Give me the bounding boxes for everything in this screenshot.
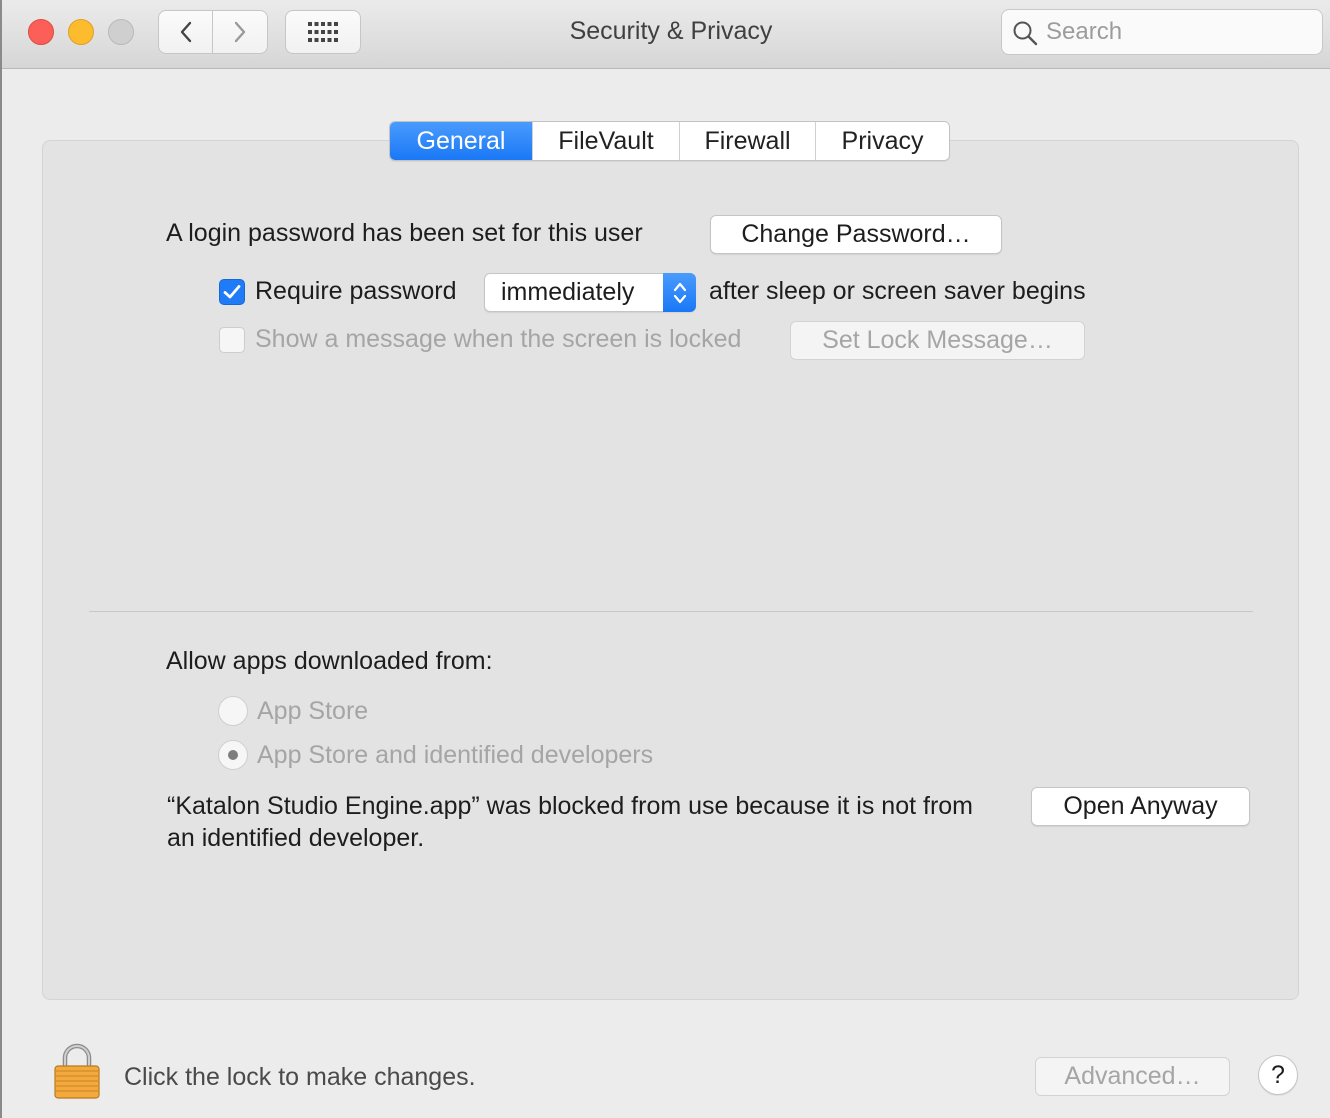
- lock-icon[interactable]: [53, 1043, 101, 1099]
- allow-apps-heading: Allow apps downloaded from:: [166, 647, 493, 675]
- password-delay-value: immediately: [501, 278, 635, 306]
- search-input[interactable]: [1046, 16, 1306, 48]
- radio-app-store-label: App Store: [257, 697, 369, 725]
- radio-app-store[interactable]: [218, 696, 248, 726]
- require-password-label: Require password: [255, 277, 457, 305]
- login-password-text: A login password has been set for this u…: [166, 219, 643, 247]
- password-delay-popup[interactable]: immediately: [484, 273, 696, 312]
- tab-filevault[interactable]: FileVault: [532, 122, 679, 160]
- show-message-label: Show a message when the screen is locked: [255, 325, 742, 353]
- radio-identified-developers[interactable]: [218, 740, 248, 770]
- open-anyway-button[interactable]: Open Anyway: [1031, 787, 1250, 826]
- radio-selected-dot: [228, 750, 238, 760]
- radio-identified-developers-label: App Store and identified developers: [257, 741, 654, 769]
- tab-privacy[interactable]: Privacy: [815, 122, 949, 160]
- search-field[interactable]: [1001, 9, 1323, 55]
- titlebar: Security & Privacy: [2, 0, 1330, 69]
- require-password-checkbox[interactable]: [219, 279, 245, 305]
- popup-stepper: [663, 273, 696, 312]
- lock-hint-text: Click the lock to make changes.: [124, 1063, 476, 1091]
- chevron-up-down-icon: [673, 282, 686, 303]
- settings-panel: [42, 140, 1299, 1000]
- blocked-app-message: “Katalon Studio Engine.app” was blocked …: [167, 792, 973, 852]
- section-divider: [89, 611, 1253, 612]
- tab-bar: General FileVault Firewall Privacy: [389, 121, 950, 161]
- tab-general[interactable]: General: [390, 122, 532, 160]
- tab-firewall[interactable]: Firewall: [679, 122, 815, 160]
- checkmark-icon: [223, 285, 241, 299]
- set-lock-message-button[interactable]: Set Lock Message…: [790, 321, 1085, 360]
- security-privacy-window: Security & Privacy General FileVault Fir…: [2, 0, 1330, 1118]
- search-icon: [1013, 21, 1038, 46]
- show-message-checkbox[interactable]: [219, 327, 245, 353]
- help-button[interactable]: ?: [1258, 1055, 1298, 1095]
- require-password-suffix: after sleep or screen saver begins: [709, 277, 1086, 305]
- advanced-button[interactable]: Advanced…: [1035, 1057, 1230, 1096]
- change-password-button[interactable]: Change Password…: [710, 215, 1002, 254]
